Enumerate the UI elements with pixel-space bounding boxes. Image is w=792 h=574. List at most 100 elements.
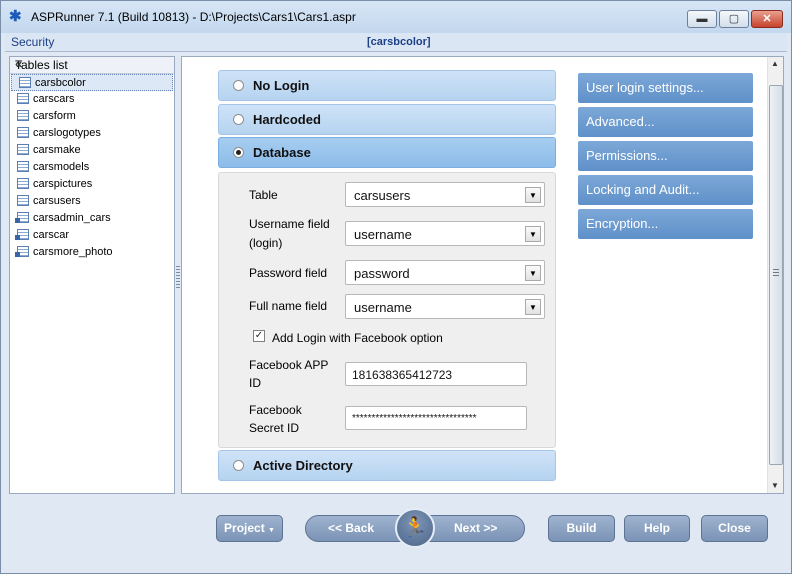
window-title: ASPRunner 7.1 (Build 10813) - D:\Project… bbox=[31, 10, 356, 24]
splitter-grip-icon[interactable] bbox=[176, 266, 180, 288]
vertical-scrollbar[interactable]: ▲ ▼ bbox=[767, 57, 783, 493]
dropdown-arrow-icon: ▼ bbox=[268, 527, 275, 534]
help-button[interactable]: Help bbox=[624, 515, 690, 542]
table-icon bbox=[19, 77, 31, 88]
scroll-thumb[interactable] bbox=[769, 85, 783, 465]
table-item-carsmodels[interactable]: carsmodels bbox=[10, 159, 174, 176]
active-directory-label: Active Directory bbox=[253, 458, 353, 473]
table-item-label: carslogotypes bbox=[33, 127, 101, 139]
option-no-login[interactable]: No Login bbox=[218, 70, 556, 101]
tables-list-header: Tables list « bbox=[10, 56, 174, 74]
password-select[interactable]: password ▼ bbox=[345, 260, 545, 285]
table-item-label: carspictures bbox=[33, 178, 93, 190]
table-icon bbox=[17, 195, 29, 206]
table-item-label: carsmodels bbox=[33, 161, 90, 173]
fullname-field-label: Full name field bbox=[249, 299, 328, 313]
radio-hardcoded[interactable] bbox=[233, 114, 244, 125]
table-item-carscar[interactable]: carscar bbox=[10, 227, 174, 244]
view-icon bbox=[15, 246, 29, 257]
table-item-carsform[interactable]: carsform bbox=[10, 108, 174, 125]
chevron-down-icon[interactable]: ▼ bbox=[525, 187, 541, 203]
next-button[interactable]: Next >> bbox=[454, 521, 497, 535]
table-item-carscars[interactable]: carscars bbox=[10, 91, 174, 108]
facebook-app-id-sublabel: ID bbox=[249, 376, 261, 390]
view-icon bbox=[15, 212, 29, 223]
permissions-label: Permissions... bbox=[586, 148, 668, 163]
encryption-label: Encryption... bbox=[586, 216, 659, 231]
chevron-down-icon[interactable]: ▼ bbox=[525, 265, 541, 281]
thumb-grip-icon bbox=[773, 269, 779, 276]
table-select-value: carsusers bbox=[354, 188, 411, 203]
table-select[interactable]: carsusers ▼ bbox=[345, 182, 545, 207]
app-runner-icon: ✱ bbox=[9, 8, 22, 25]
option-hardcoded[interactable]: Hardcoded bbox=[218, 104, 556, 135]
radio-active-directory[interactable] bbox=[233, 460, 244, 471]
locking-audit-label: Locking and Audit... bbox=[586, 182, 700, 197]
table-item-label: carsbcolor bbox=[35, 77, 86, 89]
table-item-carsadmin_cars[interactable]: carsadmin_cars bbox=[10, 210, 174, 227]
table-item-label: carscars bbox=[33, 93, 75, 105]
back-button[interactable]: << Back bbox=[328, 521, 374, 535]
section-bar: Security [carsbcolor] bbox=[5, 33, 787, 52]
option-active-directory[interactable]: Active Directory bbox=[218, 450, 556, 481]
username-field-label: Username field bbox=[249, 217, 330, 231]
table-item-carsusers[interactable]: carsusers bbox=[10, 193, 174, 210]
facebook-login-label: Add Login with Facebook option bbox=[272, 331, 443, 345]
facebook-login-checkbox[interactable]: ✓ bbox=[253, 330, 265, 342]
current-table-label: [carsbcolor] bbox=[367, 36, 431, 48]
table-icon bbox=[17, 161, 29, 172]
tables-list: carsbcolor carscars carsform carslogotypes c… bbox=[10, 74, 174, 261]
option-database[interactable]: Database bbox=[218, 137, 556, 168]
table-item-label: carsusers bbox=[33, 195, 81, 207]
radio-no-login[interactable] bbox=[233, 80, 244, 91]
facebook-secret-value: ******************************** bbox=[352, 413, 477, 424]
table-field-label: Table bbox=[249, 188, 278, 202]
no-login-label: No Login bbox=[253, 78, 310, 93]
scroll-up-icon[interactable]: ▲ bbox=[771, 59, 779, 68]
table-item-carslogotypes[interactable]: carslogotypes bbox=[10, 125, 174, 142]
database-label: Database bbox=[253, 145, 311, 160]
scroll-down-icon[interactable]: ▼ bbox=[771, 481, 779, 490]
facebook-app-id-input[interactable]: 181638365412723 bbox=[345, 362, 527, 386]
minimize-button[interactable]: ▬ bbox=[687, 10, 717, 28]
locking-audit-button[interactable]: Locking and Audit... bbox=[578, 175, 753, 205]
table-icon bbox=[17, 178, 29, 189]
table-item-carspictures[interactable]: carspictures bbox=[10, 176, 174, 193]
table-item-carsbcolor[interactable]: carsbcolor bbox=[11, 74, 173, 91]
table-item-label: carsadmin_cars bbox=[33, 212, 111, 224]
run-icon[interactable]: 🏃 bbox=[395, 508, 435, 548]
table-item-label: carsmore_photo bbox=[33, 246, 113, 258]
close-window-button[interactable]: ✕ bbox=[751, 10, 783, 28]
radio-database[interactable] bbox=[233, 147, 244, 158]
fullname-select[interactable]: username ▼ bbox=[345, 294, 545, 319]
table-item-carsmake[interactable]: carsmake bbox=[10, 142, 174, 159]
table-item-label: carscar bbox=[33, 229, 70, 241]
chevron-down-icon[interactable]: ▼ bbox=[525, 226, 541, 242]
title-bar: ✱ ASPRunner 7.1 (Build 10813) - D:\Proje… bbox=[1, 1, 791, 33]
permissions-button[interactable]: Permissions... bbox=[578, 141, 753, 171]
table-item-label: carsform bbox=[33, 110, 76, 122]
maximize-button[interactable]: ▢ bbox=[719, 10, 749, 28]
fullname-select-value: username bbox=[354, 300, 412, 315]
project-button[interactable]: Project ▼ bbox=[216, 515, 283, 542]
facebook-secret-sublabel: Secret ID bbox=[249, 421, 300, 435]
password-select-value: password bbox=[354, 266, 410, 281]
facebook-secret-input[interactable]: ******************************** bbox=[345, 406, 527, 430]
table-icon bbox=[17, 93, 29, 104]
user-login-settings-label: User login settings... bbox=[586, 80, 704, 95]
username-select[interactable]: username ▼ bbox=[345, 221, 545, 246]
close-button[interactable]: Close bbox=[701, 515, 768, 542]
user-login-settings-button[interactable]: User login settings... bbox=[578, 73, 753, 103]
app-window: ✱ ASPRunner 7.1 (Build 10813) - D:\Proje… bbox=[0, 0, 792, 574]
username-select-value: username bbox=[354, 227, 412, 242]
build-button[interactable]: Build bbox=[548, 515, 615, 542]
encryption-button[interactable]: Encryption... bbox=[578, 209, 753, 239]
collapse-panel-icon[interactable]: « bbox=[15, 56, 168, 71]
advanced-label: Advanced... bbox=[586, 114, 655, 129]
chevron-down-icon[interactable]: ▼ bbox=[525, 299, 541, 315]
table-item-carsmore_photo[interactable]: carsmore_photo bbox=[10, 244, 174, 261]
password-field-label: Password field bbox=[249, 266, 328, 280]
section-label: Security bbox=[11, 35, 55, 49]
table-icon bbox=[17, 110, 29, 121]
advanced-button[interactable]: Advanced... bbox=[578, 107, 753, 137]
